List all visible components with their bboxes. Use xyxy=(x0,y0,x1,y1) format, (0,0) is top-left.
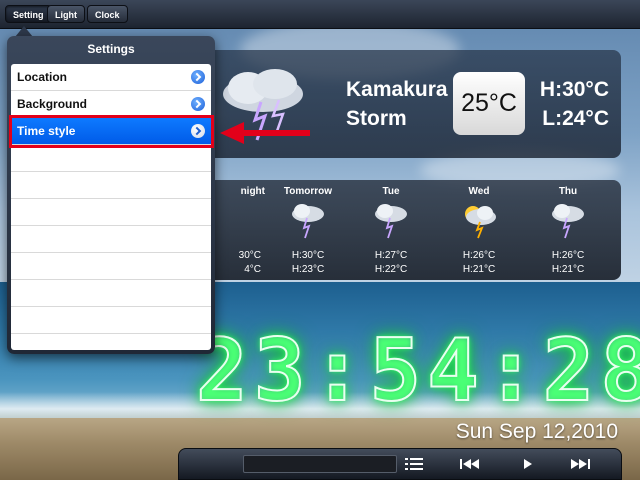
track-title-display xyxy=(243,455,397,473)
previous-track-icon[interactable] xyxy=(457,453,483,475)
forecast-high: H:27°C xyxy=(374,250,408,261)
forecast-low: H:21°C xyxy=(551,264,585,275)
disclosure-icon[interactable] xyxy=(191,70,205,84)
weather-condition: Storm xyxy=(346,107,407,130)
highlight-box xyxy=(9,115,214,148)
forecast-panel: night 30°C 4°C Tomorrow H:30°C H:23°C Tu… xyxy=(203,180,621,280)
light-button[interactable]: Light xyxy=(47,5,85,23)
storm-cloud-icon xyxy=(552,204,584,239)
settings-item-location[interactable]: Location xyxy=(11,64,211,91)
settings-popover: Settings Location Background Time style xyxy=(7,36,215,354)
empty-row xyxy=(11,145,211,172)
play-icon[interactable] xyxy=(515,453,541,475)
next-track-icon[interactable] xyxy=(567,453,593,475)
forecast-day: Tomorrow H:30°C H:23°C xyxy=(268,180,348,280)
empty-row xyxy=(11,199,211,226)
forecast-low: H:22°C xyxy=(374,264,408,275)
clock-button[interactable]: Clock xyxy=(87,5,128,23)
date-label: Sun Sep 12,2010 xyxy=(455,420,618,443)
empty-row xyxy=(11,307,211,334)
city-name: Kamakura xyxy=(346,78,448,101)
forecast-day: Wed H:26°C H:21°C xyxy=(439,180,519,280)
storm-cloud-icon xyxy=(292,204,324,239)
forecast-day: Thu H:26°C H:21°C xyxy=(528,180,608,280)
forecast-day: Tue H:27°C H:22°C xyxy=(351,180,431,280)
top-toolbar: Setting Light Clock xyxy=(0,0,640,29)
sun-storm-cloud-icon xyxy=(465,206,496,239)
empty-row xyxy=(11,253,211,280)
forecast-high: H:26°C xyxy=(551,250,585,261)
forecast-day-name: Tue xyxy=(382,186,400,197)
setting-button[interactable]: Setting xyxy=(5,5,52,23)
red-arrow-icon xyxy=(220,122,310,144)
empty-row xyxy=(11,172,211,199)
empty-row xyxy=(11,226,211,253)
empty-row xyxy=(11,280,211,307)
forecast-day-name: Tomorrow xyxy=(283,186,333,197)
disclosure-icon[interactable] xyxy=(191,97,205,111)
forecast-day-name: Wed xyxy=(468,186,490,197)
settings-list: Location Background Time style xyxy=(11,64,211,350)
high-temperature: H:30°C xyxy=(539,78,609,101)
digital-clock: 23:54:28 xyxy=(195,321,640,421)
forecast-day-name: Thu xyxy=(558,186,578,197)
current-temperature: 25°C xyxy=(453,72,525,135)
forecast-high: H:26°C xyxy=(462,250,496,261)
popover-title: Settings xyxy=(87,42,135,56)
settings-item-label: Background xyxy=(17,97,88,111)
forecast-low: H:23°C xyxy=(291,264,325,275)
storm-cloud-icon xyxy=(375,204,407,239)
settings-item-label: Location xyxy=(17,70,67,84)
music-player-bar xyxy=(178,448,622,480)
settings-item-background[interactable]: Background xyxy=(11,91,211,118)
low-temperature: L:24°C xyxy=(542,107,609,130)
playlist-icon[interactable] xyxy=(401,453,427,475)
forecast-low: H:21°C xyxy=(462,264,496,275)
forecast-high: H:30°C xyxy=(291,250,325,261)
